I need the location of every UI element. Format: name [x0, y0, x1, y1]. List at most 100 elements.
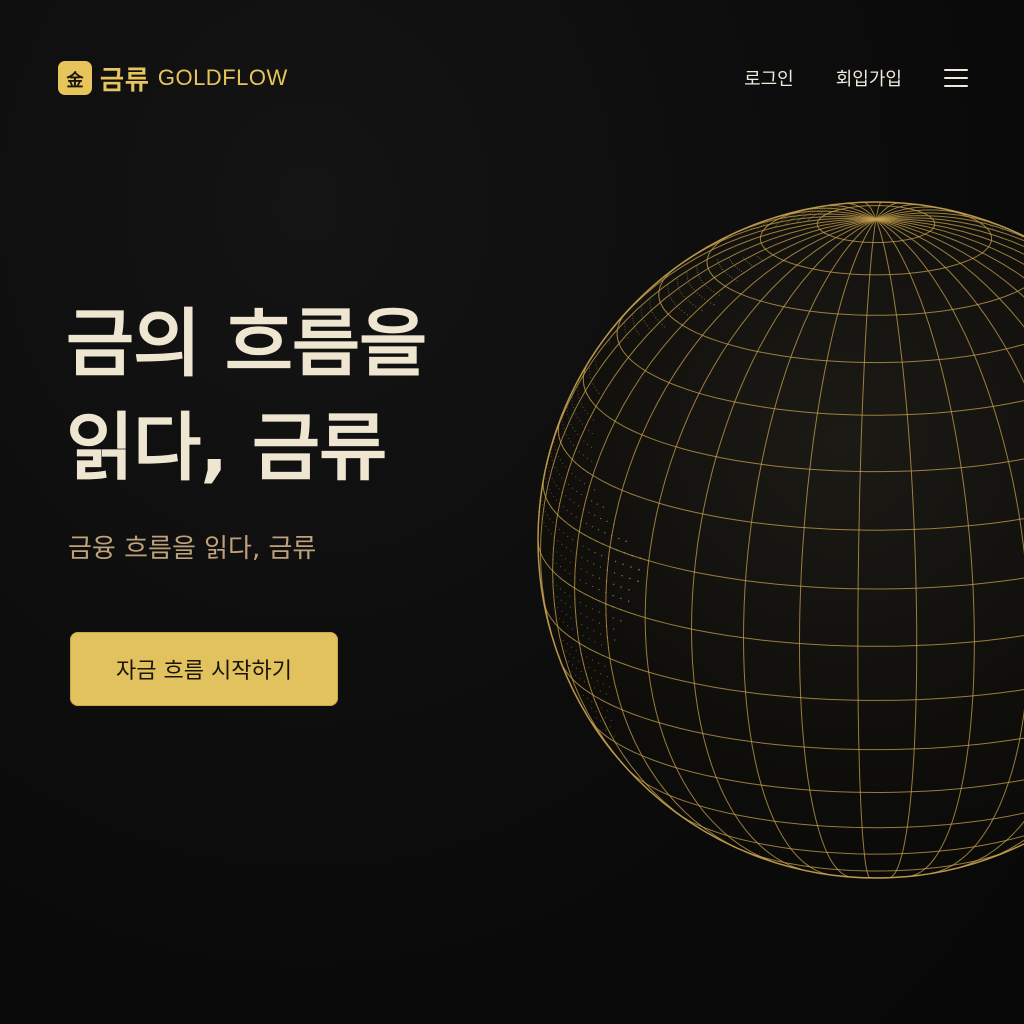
globe-dot — [687, 280, 689, 282]
globe-dot — [571, 458, 573, 460]
globe-dot — [575, 649, 577, 652]
globe-dot — [757, 224, 759, 226]
globe-dot — [573, 657, 575, 659]
globe-dot — [626, 334, 628, 336]
globe-dot — [825, 209, 827, 212]
globe-dot — [832, 210, 834, 212]
globe-dot — [725, 272, 727, 274]
globe-dot — [602, 506, 604, 508]
globe-dot — [553, 603, 555, 605]
globe-dot — [583, 482, 586, 485]
globe-dot — [809, 218, 811, 220]
globe-dot — [595, 364, 597, 366]
globe-dot — [565, 495, 567, 497]
globe-dot — [605, 603, 607, 605]
globe-dot — [762, 260, 764, 262]
globe-dot — [547, 463, 549, 465]
globe-dot — [632, 317, 634, 319]
globe-dot — [622, 563, 624, 566]
globe-dot — [835, 209, 837, 212]
globe-dot — [575, 553, 577, 555]
brand-logo[interactable]: 金 금류 GOLDFLOW — [58, 60, 288, 97]
globe-dot — [555, 585, 558, 587]
globe-dot — [585, 497, 587, 499]
globe-dot — [612, 617, 614, 619]
globe-dot — [980, 222, 982, 224]
globe-dot — [659, 301, 661, 304]
globe-dot — [998, 226, 1000, 228]
globe-dot — [540, 514, 542, 517]
globe-dot — [817, 209, 819, 212]
globe-dot — [609, 686, 611, 688]
globe-dot — [710, 289, 712, 291]
globe-dot — [609, 732, 611, 734]
globe-dot — [561, 477, 563, 479]
globe-dot — [611, 535, 613, 537]
brand-name-ko: 금류 — [100, 65, 150, 96]
globe-dot — [724, 285, 726, 287]
globe-dot — [577, 390, 579, 392]
start-flow-button[interactable]: 자금 흐름 시작하기 — [70, 632, 338, 706]
globe-dot — [653, 314, 655, 316]
globe-dot — [687, 278, 689, 280]
globe-dot — [1009, 231, 1011, 233]
globe-dot — [557, 431, 559, 433]
globe-dot — [625, 540, 627, 543]
globe-dot — [539, 511, 541, 513]
globe-dot — [580, 670, 582, 673]
globe-dot — [559, 438, 561, 440]
globe-dot — [541, 500, 543, 502]
globe-dot — [605, 625, 607, 627]
globe-dot — [972, 218, 974, 220]
globe-dot — [826, 213, 828, 215]
globe-dot — [569, 606, 571, 608]
globe-dot — [571, 487, 574, 489]
globe-dot — [616, 549, 618, 551]
globe-dot — [620, 597, 622, 600]
globe-dot — [602, 655, 604, 657]
globe-dot — [616, 337, 618, 339]
globe-dot — [577, 433, 579, 436]
globe-dot — [576, 490, 578, 492]
globe-dot — [596, 367, 598, 369]
globe-dot — [594, 641, 596, 643]
globe-dot — [579, 677, 581, 680]
globe-dot — [803, 212, 805, 214]
globe-dot — [591, 677, 593, 679]
globe-dot — [588, 370, 590, 372]
globe-dot — [792, 214, 794, 216]
globe-dot — [799, 218, 801, 220]
globe-dot — [556, 551, 558, 553]
globe-dot — [738, 269, 741, 271]
globe-dot — [574, 430, 576, 432]
globe-dot — [638, 568, 640, 571]
globe-dot — [596, 704, 598, 706]
globe-dot — [572, 407, 574, 409]
globe-dot — [604, 532, 606, 534]
globe-dot — [633, 323, 635, 325]
globe-dot — [588, 684, 590, 686]
globe-dot — [560, 441, 562, 443]
globe-dot — [599, 633, 601, 635]
login-link[interactable]: 로그인 — [744, 65, 794, 91]
globe-dot — [581, 423, 584, 425]
globe-dot — [689, 302, 691, 304]
globe-dot — [704, 283, 706, 285]
globe-dot — [691, 286, 693, 288]
hamburger-menu-icon[interactable] — [944, 69, 968, 87]
signup-link[interactable]: 회입가입 — [836, 65, 902, 91]
globe-dot — [562, 621, 564, 623]
globe-dot — [776, 223, 778, 225]
globe-dot — [764, 222, 766, 224]
globe-dot — [839, 206, 841, 208]
globe-dot — [971, 215, 973, 217]
globe-dot — [777, 222, 780, 224]
globe-dot — [591, 586, 593, 588]
globe-dot — [801, 213, 803, 215]
globe-dot — [789, 215, 792, 217]
globe-dot — [783, 216, 785, 218]
globe-dot — [755, 225, 757, 227]
globe-dot — [605, 580, 608, 582]
globe-dot — [554, 441, 556, 444]
globe-dot — [640, 307, 642, 309]
